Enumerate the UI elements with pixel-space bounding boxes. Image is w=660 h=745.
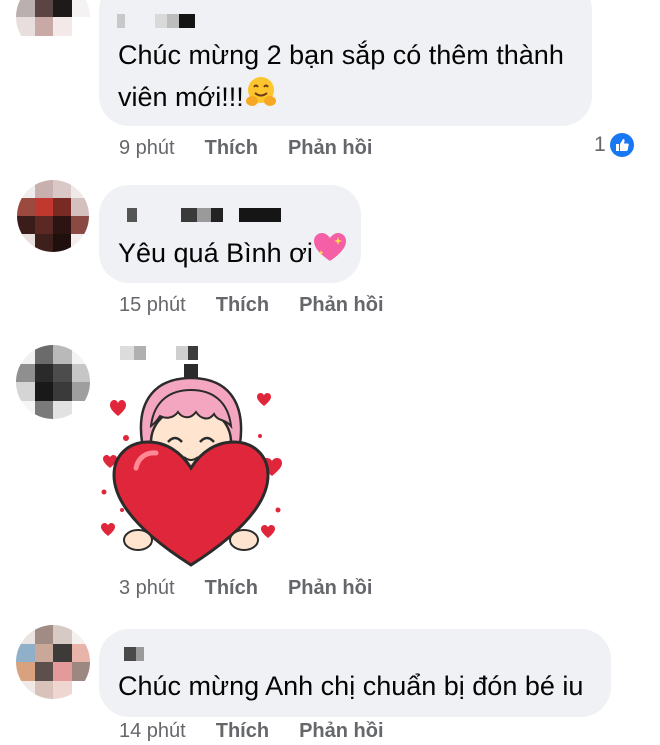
comment-text: Yêu quá Bình ơi — [118, 230, 347, 278]
comment-meta: 15 phút Thích Phản hồi — [119, 294, 384, 317]
comment-meta: 14 phút Thích Phản hồi — [119, 720, 384, 743]
reply-link[interactable]: Phản hồi — [299, 720, 383, 743]
comment-text: Chúc mừng 2 bạn sắp có thêm thành — [118, 40, 564, 70]
hugging-face-icon — [244, 75, 278, 123]
reply-link[interactable]: Phản hồi — [288, 137, 372, 160]
comment-text-line2: viên mới!!! — [118, 74, 278, 123]
comment-time[interactable]: 15 phút — [119, 294, 186, 317]
commenter-name[interactable] — [120, 346, 198, 360]
reply-link[interactable]: Phản hồi — [299, 294, 383, 317]
commenter-name[interactable] — [127, 208, 281, 222]
reaction-count-number: 1 — [594, 133, 606, 156]
comment-text: Chúc mừng Anh chị chuẩn bị đón bé iu — [118, 671, 584, 701]
avatar[interactable] — [16, 345, 90, 419]
comment-time[interactable]: 14 phút — [119, 720, 186, 743]
comment-meta: 3 phút Thích Phản hồi — [119, 577, 372, 600]
avatar[interactable] — [16, 625, 90, 699]
reaction-count[interactable]: 1 — [594, 133, 634, 157]
thumbs-up-icon — [609, 133, 634, 157]
comment-meta: 9 phút Thích Phản hồi — [119, 137, 372, 160]
comment-time[interactable]: 9 phút — [119, 137, 175, 160]
girl-hugging-heart-sticker[interactable] — [96, 360, 286, 575]
avatar[interactable] — [17, 180, 89, 252]
avatar[interactable] — [16, 0, 90, 54]
reply-link[interactable]: Phản hồi — [288, 577, 372, 600]
comment-thread: Chúc mừng 2 bạn sắp có thêm thành viên m… — [0, 0, 660, 745]
like-link[interactable]: Thích — [216, 720, 269, 743]
commenter-name[interactable] — [124, 647, 144, 661]
like-link[interactable]: Thích — [216, 294, 269, 317]
like-link[interactable]: Thích — [205, 577, 258, 600]
like-link[interactable]: Thích — [205, 137, 258, 160]
sparkling-heart-icon — [313, 232, 347, 278]
comment-time[interactable]: 3 phút — [119, 577, 175, 600]
commenter-name[interactable] — [117, 14, 195, 28]
